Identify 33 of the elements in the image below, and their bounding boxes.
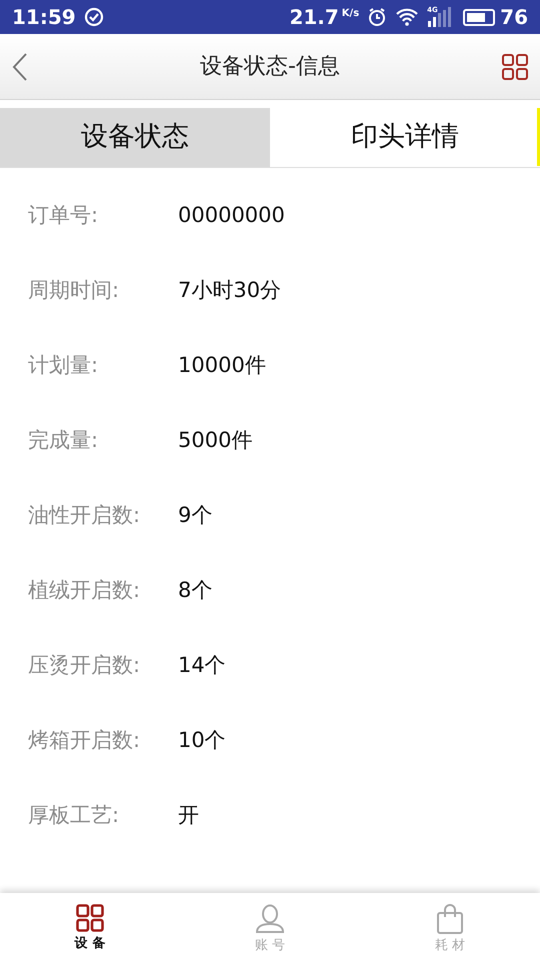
- network-speed: 21.7: [289, 4, 339, 31]
- field-value: 8个: [178, 576, 212, 604]
- field-value: 14个: [178, 652, 226, 679]
- battery-icon: [463, 8, 496, 26]
- alarm-icon: [367, 7, 388, 27]
- grid-icon: [76, 904, 104, 932]
- field-label: 压烫开启数:: [28, 652, 142, 679]
- field-value: 10个: [178, 726, 226, 754]
- field-value: 00000000: [178, 202, 285, 229]
- tab[interactable]: 设备状态: [0, 108, 270, 167]
- battery-percent: 76: [500, 4, 528, 31]
- field-value: 5000件: [178, 426, 252, 454]
- shopping-bag-icon: [436, 904, 464, 934]
- field-label: 厚板工艺:: [28, 802, 120, 829]
- field-value: 10000件: [178, 352, 266, 379]
- nav-tab[interactable]: 设 备: [0, 893, 180, 960]
- speed-unit: K/s: [342, 7, 360, 21]
- field-value: 开: [178, 802, 199, 829]
- field-value: 9个: [178, 502, 212, 529]
- page-title: 设备状态-信息: [199, 53, 341, 81]
- field-label: 油性开启数:: [28, 502, 142, 529]
- grid-menu-icon[interactable]: [502, 54, 528, 80]
- field-label: 计划量:: [28, 352, 100, 379]
- field-label: 完成量:: [28, 426, 100, 454]
- field-value: 7小时30分: [178, 276, 282, 304]
- field-label: 订单号:: [28, 202, 100, 229]
- field-label: 烤箱开启数:: [28, 726, 142, 754]
- clock-time: 11:59: [12, 4, 76, 31]
- wifi-icon: [395, 8, 420, 26]
- field-label: 植绒开启数:: [28, 576, 142, 604]
- check-circle-icon: [84, 7, 104, 27]
- field-label: 周期时间:: [28, 276, 120, 304]
- person-icon: [255, 904, 285, 934]
